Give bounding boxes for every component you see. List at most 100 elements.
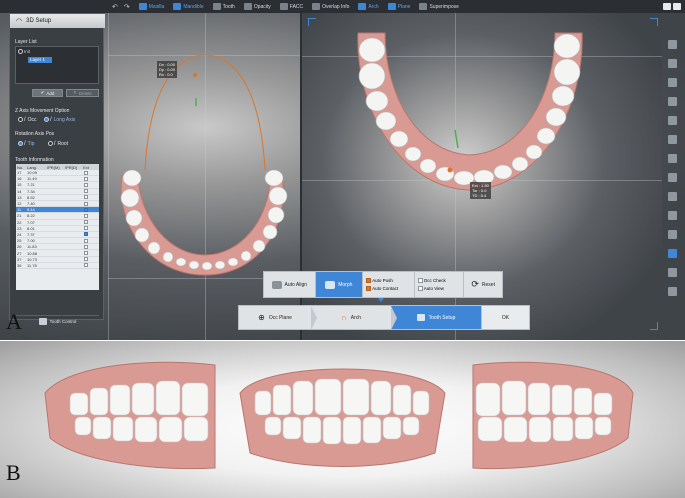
z-axis-long-label: Long Axis	[53, 117, 76, 123]
redo-button[interactable]: ↷	[124, 3, 130, 11]
tooth-selection-point[interactable]	[447, 167, 453, 173]
ruler-icon[interactable]	[667, 97, 677, 106]
col-no: No.	[17, 164, 24, 170]
add-layer-button[interactable]: ✔ Add	[32, 89, 63, 97]
auto-view-toggle[interactable]: Auto View	[417, 286, 461, 292]
ext-checkbox[interactable]	[84, 220, 88, 225]
ext-checkbox[interactable]	[84, 201, 88, 206]
measure-icon[interactable]	[667, 268, 677, 277]
ext-checkbox[interactable]	[84, 232, 88, 237]
view-back-icon[interactable]	[667, 135, 677, 144]
z-axis-occ-radio[interactable]	[18, 117, 23, 123]
table-row[interactable]: 36 11.78	[16, 263, 99, 269]
toolbar-mandible[interactable]: Mandible	[173, 3, 204, 10]
toolbar-tooth[interactable]: Tooth	[212, 3, 235, 10]
collapse-arrow-icon[interactable]	[378, 298, 384, 302]
reset-button[interactable]: ⟳ Reset	[464, 272, 502, 297]
ext-checkbox[interactable]	[84, 226, 88, 231]
auto-push-button[interactable]: Auto Push	[366, 278, 411, 283]
ext-checkbox[interactable]	[84, 238, 88, 243]
superimpose-icon	[419, 3, 428, 10]
arch-view-icon[interactable]	[667, 249, 677, 258]
ext-checkbox[interactable]	[84, 244, 88, 249]
ext-checkbox[interactable]	[84, 257, 88, 262]
ext-checkbox[interactable]	[84, 195, 88, 200]
view-left-icon[interactable]	[667, 192, 677, 201]
auto-contact-label: Auto Contact	[372, 286, 399, 291]
layer-root[interactable]: Init	[18, 49, 30, 55]
cell-lang: 8.01	[27, 225, 35, 231]
arch-view-left[interactable]	[110, 40, 300, 280]
delete-layer-button[interactable]: ✕ Delete	[66, 89, 99, 97]
cell-ext	[81, 238, 91, 243]
view-bottom-icon[interactable]	[667, 173, 677, 182]
cell-no: 13	[17, 194, 22, 200]
grid-icon[interactable]	[667, 78, 677, 87]
view-right-icon[interactable]	[667, 230, 677, 239]
auto-push-group: Auto Push Auto Contact	[363, 272, 415, 297]
cell-ext	[81, 201, 91, 206]
tooth-control-button[interactable]: Tooth Control	[16, 315, 99, 326]
step-label: Tooth Setup	[428, 314, 456, 321]
toolbar-plane[interactable]: Plane	[387, 3, 410, 10]
auto-contact-button[interactable]: Auto Contact	[366, 286, 411, 292]
view-front-icon[interactable]	[667, 116, 677, 125]
arch-point[interactable]	[193, 73, 197, 77]
layout-split-icon[interactable]	[663, 3, 671, 10]
cell-no: 24	[17, 231, 22, 237]
rotate-icon[interactable]	[667, 211, 677, 220]
ext-checkbox[interactable]	[84, 251, 88, 256]
occ-check-toggle[interactable]: Occ Check	[417, 278, 461, 283]
auto-align-label: Auto Align	[284, 281, 308, 288]
plane-icon	[387, 3, 396, 10]
layer-list[interactable]: Init Layer 1	[15, 46, 99, 84]
toolbar-opacity[interactable]: Opacity	[243, 3, 271, 10]
rotation-tip-radio[interactable]	[18, 141, 23, 147]
ext-checkbox[interactable]	[84, 176, 88, 181]
toolbar-maxilla[interactable]: Maxilla	[138, 3, 164, 10]
report-icon[interactable]	[667, 287, 677, 296]
step-arch[interactable]: ∩ Arch	[311, 306, 397, 330]
toolbar-facc[interactable]: FACC	[279, 3, 303, 10]
step-occ-plane[interactable]: ⊕ Occ Plane	[239, 306, 317, 330]
arch-view-right[interactable]	[350, 18, 590, 198]
tooth-setup-icon	[416, 314, 425, 321]
pen-icon[interactable]	[667, 59, 677, 68]
rotation-root-radio[interactable]	[47, 141, 53, 147]
auto-push-label: Auto Push	[372, 277, 393, 283]
cell-lang: 9.14	[27, 207, 35, 213]
layout-grid-icon[interactable]	[673, 3, 681, 10]
table-body: 17 10.09 16 11.49 15 7.21 14 7.34 13 8.52 12 7.40 11…	[16, 170, 99, 269]
cell-lang: 11.49	[27, 176, 37, 182]
layer-item-selected[interactable]: Layer 1	[28, 57, 52, 63]
layout-switcher	[663, 3, 681, 10]
cell-no: 12	[17, 201, 22, 207]
tooth-info-table[interactable]: No. Lang. IPR(M) IPR(D) Ext 17 10.09 16 11.…	[16, 164, 99, 290]
step-tooth-setup[interactable]: Tooth Setup	[391, 306, 481, 329]
cell-no: 36	[17, 262, 22, 268]
z-axis-long-radio[interactable]	[43, 117, 49, 123]
undo-button[interactable]: ↶	[112, 3, 118, 11]
grid-line	[108, 13, 109, 340]
cell-ext	[81, 232, 91, 237]
toolbar-overlap-info[interactable]: Overlap Info	[312, 3, 349, 10]
ext-checkbox[interactable]	[84, 213, 88, 218]
ext-checkbox[interactable]	[84, 182, 88, 187]
pencil-icon[interactable]	[667, 40, 677, 49]
col-ext: Ext	[83, 164, 89, 170]
ext-checkbox[interactable]	[84, 263, 88, 268]
view-top-icon[interactable]	[667, 154, 677, 163]
ext-checkbox[interactable]	[84, 207, 88, 212]
auto-view-box[interactable]	[417, 286, 423, 292]
ok-button[interactable]: OK	[481, 306, 529, 329]
occ-check-box[interactable]	[417, 278, 423, 283]
top-toolbar: ↶ ↷ Maxilla Mandible Tooth Opacity FACC …	[0, 0, 685, 13]
toolbar-superimpose[interactable]: Superimpose	[419, 3, 459, 10]
auto-align-button[interactable]: Auto Align	[264, 272, 316, 297]
ext-checkbox[interactable]	[84, 170, 88, 175]
z-axis-occ-label: Occ	[27, 117, 37, 123]
layer-root-radio[interactable]	[18, 49, 23, 55]
toolbar-arch[interactable]: Arch	[358, 3, 379, 10]
morph-button[interactable]: Morph	[315, 272, 364, 297]
ext-checkbox[interactable]	[84, 189, 88, 194]
